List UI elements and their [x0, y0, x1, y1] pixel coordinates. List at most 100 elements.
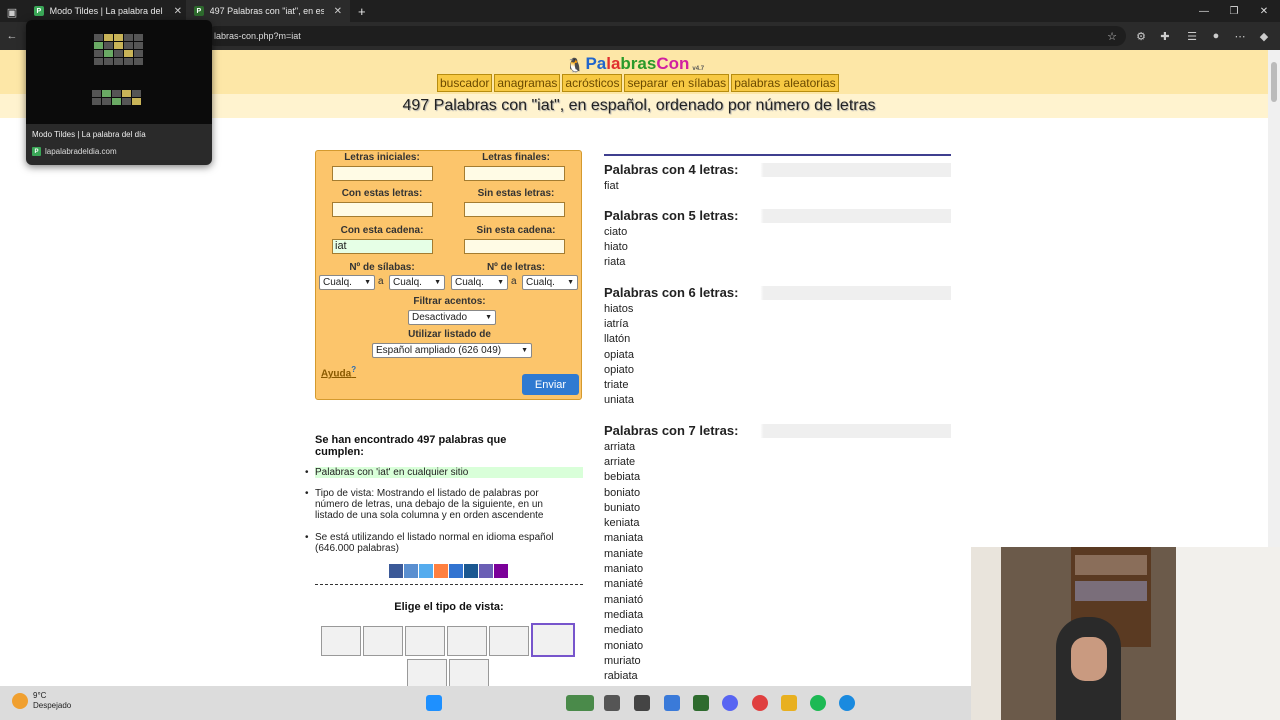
minimize-button[interactable]: — — [1188, 0, 1220, 22]
view-option[interactable] — [447, 626, 487, 656]
scrollbar-thumb[interactable] — [1271, 62, 1277, 102]
view-option[interactable] — [489, 626, 529, 656]
delicious-icon[interactable] — [449, 564, 463, 578]
view-option[interactable] — [407, 659, 447, 686]
word-item: hiatos — [604, 303, 634, 315]
nav-palabras-aleatorias[interactable]: palabras aleatorias — [731, 74, 839, 92]
word-item: arriata — [604, 441, 636, 453]
close-icon[interactable]: ✕ — [174, 6, 182, 17]
view-option[interactable] — [363, 626, 403, 656]
digg-icon[interactable] — [464, 564, 478, 578]
label-letras-iniciales: Letras iniciales: — [344, 152, 420, 163]
twitter-icon[interactable] — [419, 564, 433, 578]
close-window-button[interactable]: ✕ — [1248, 0, 1280, 22]
favorites-icon[interactable]: ☰ — [1184, 28, 1200, 44]
penguin-icon: 🐧 — [566, 57, 584, 73]
label-sin-letras: Sin estas letras: — [477, 188, 555, 199]
letras-max-select[interactable]: Cualq. ▼ — [522, 275, 578, 290]
weather-desc: Despejado — [33, 701, 72, 710]
bullet-dot: • — [305, 532, 309, 543]
con-cadena-input[interactable]: iat — [332, 239, 433, 254]
sidebar-icon[interactable]: ▣ — [4, 4, 20, 20]
filtrar-acentos-select[interactable]: Desactivado ▼ — [408, 310, 496, 325]
sin-cadena-input[interactable] — [464, 239, 565, 254]
opera-icon[interactable] — [752, 695, 768, 711]
ayuda-label: Ayuda — [321, 368, 352, 380]
close-icon[interactable]: ✕ — [334, 6, 342, 17]
yahoo-icon[interactable] — [494, 564, 508, 578]
view-option[interactable] — [321, 626, 361, 656]
letras-finales-input[interactable] — [464, 166, 565, 181]
view-type-title: Elige el tipo de vista: — [394, 601, 504, 613]
google-icon[interactable] — [479, 564, 493, 578]
url-field[interactable]: labras-con.php?m=iat — [206, 26, 1126, 46]
enviar-button[interactable]: Enviar — [522, 374, 579, 395]
nav-anagramas[interactable]: anagramas — [494, 74, 561, 92]
calculator-icon[interactable] — [634, 695, 650, 711]
tab-palabras-con[interactable]: P 497 Palabras con "iat", en españo ✕ — [186, 0, 350, 22]
maximize-button[interactable]: ❐ — [1218, 0, 1250, 22]
copilot-icon[interactable]: ◆ — [1256, 28, 1272, 44]
keyboard-icon — [92, 90, 141, 105]
webcam-overlay — [971, 547, 1280, 720]
folder-icon[interactable] — [781, 695, 797, 711]
logo-part: la — [606, 54, 621, 73]
sin-letras-input[interactable] — [464, 202, 565, 217]
range-separator: a — [511, 276, 517, 287]
view-option-selected[interactable] — [531, 623, 575, 657]
tab-modo-tildes[interactable]: P Modo Tildes | La palabra del día ✕ — [26, 0, 190, 22]
window-light — [1176, 547, 1280, 720]
chevron-down-icon: ▼ — [521, 347, 528, 354]
extension-icon[interactable]: ⚙ — [1133, 28, 1149, 44]
spotify-icon[interactable] — [810, 695, 826, 711]
search-form: Letras iniciales: Letras finales: Con es… — [315, 150, 582, 400]
word-item: opiata — [604, 349, 634, 361]
silabas-min-select[interactable]: Cualq. ▼ — [319, 275, 375, 290]
select-value: Cualq. — [323, 277, 352, 288]
section-heading-text: Palabras con 6 letras: — [604, 285, 743, 300]
new-tab-button[interactable]: + — [350, 0, 372, 22]
listado-select[interactable]: Español ampliado (626 049) ▼ — [372, 343, 532, 358]
view-option[interactable] — [449, 659, 489, 686]
word-item: maniaté — [604, 578, 644, 590]
discord-icon[interactable] — [722, 695, 738, 711]
con-letras-input[interactable] — [332, 202, 433, 217]
share-icon[interactable] — [404, 564, 418, 578]
facebook-icon[interactable] — [389, 564, 403, 578]
star-icon[interactable]: ☆ — [1104, 28, 1120, 44]
weather-widget[interactable]: 9°C Despejado — [12, 691, 71, 711]
paint-icon[interactable] — [664, 695, 680, 711]
nav-buscador[interactable]: buscador — [437, 74, 493, 92]
minecraft-icon[interactable] — [693, 695, 709, 711]
puzzle-icon[interactable]: ✚ — [1157, 28, 1173, 44]
word-item: opiato — [604, 364, 634, 376]
ayuda-link[interactable]: Ayuda? — [321, 365, 356, 379]
minecraft-landscape-icon[interactable] — [566, 695, 594, 711]
profile-icon[interactable]: ● — [1208, 28, 1224, 44]
info-bullet: • Se está utilizando el listado normal en… — [305, 532, 583, 554]
view-option[interactable] — [405, 626, 445, 656]
tab-favicon: P — [34, 6, 44, 16]
menu-icon[interactable]: ⋯ — [1232, 28, 1248, 44]
word-item: moniato — [604, 640, 644, 652]
nav-acrosticos[interactable]: acrósticos — [562, 74, 623, 92]
reddit-icon[interactable] — [434, 564, 448, 578]
label-letras-finales: Letras finales: — [482, 152, 550, 163]
word-item: mediata — [604, 609, 644, 621]
file-icon[interactable] — [604, 695, 620, 711]
windows-start-icon[interactable] — [426, 695, 442, 711]
back-arrow-icon[interactable]: ← — [4, 28, 20, 44]
section-heading-text: Palabras con 4 letras: — [604, 162, 743, 177]
label-letras: Nº de letras: — [486, 262, 546, 273]
site-nav: buscador anagramas acrósticos separar en… — [437, 74, 839, 92]
letras-iniciales-input[interactable] — [332, 166, 433, 181]
site-logo[interactable]: 🐧 Pa la bras Con v4.7 — [566, 54, 704, 74]
preview-thumbnail — [26, 20, 212, 124]
edge-icon[interactable] — [839, 695, 855, 711]
logo-part: bras — [620, 54, 657, 73]
nav-separar-silabas[interactable]: separar en sílabas — [624, 74, 730, 92]
silabas-max-select[interactable]: Cualq. ▼ — [389, 275, 445, 290]
letras-min-select[interactable]: Cualq. ▼ — [451, 275, 508, 290]
tab-favicon: P — [194, 6, 204, 16]
section-heading-7: Palabras con 7 letras: — [604, 423, 951, 438]
